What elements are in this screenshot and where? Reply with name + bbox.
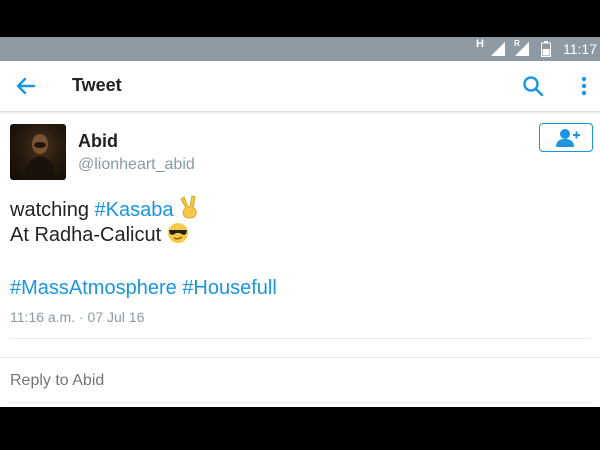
tweet-line-2: At Radha-Calicut xyxy=(10,222,189,247)
avatar[interactable] xyxy=(10,124,66,180)
tweet-timestamp: 11:16 a.m. · 07 Jul 16 xyxy=(10,309,145,325)
tweet-text-segment: At Radha-Calicut xyxy=(10,224,167,246)
reply-bar xyxy=(0,357,600,407)
add-user-icon xyxy=(554,128,580,153)
hashtag-link[interactable]: #Housefull xyxy=(182,277,277,299)
reply-input[interactable] xyxy=(10,372,580,390)
network-type-label: H xyxy=(476,38,484,50)
hashtag-link[interactable]: #MassAtmosphere xyxy=(10,277,177,299)
signal-icon xyxy=(490,37,506,61)
reply-input-underline xyxy=(10,402,590,403)
author-name[interactable]: Abid xyxy=(78,131,118,152)
tweet-line-1: watching #Kasaba xyxy=(10,195,201,222)
app-screen: H R 11:17 Tweet Abid @lionheart_abid wat… xyxy=(0,37,600,407)
signal-roaming-icon xyxy=(514,37,530,61)
victory-hand-emoji xyxy=(179,195,201,219)
battery-icon xyxy=(541,37,551,61)
author-handle[interactable]: @lionheart_abid xyxy=(78,156,195,174)
tweet-line-3: #MassAtmosphere #Housefull xyxy=(10,277,277,300)
more-vertical-icon[interactable] xyxy=(574,74,594,98)
hashtag-link[interactable]: #Kasaba xyxy=(95,199,174,221)
arrow-left-icon[interactable] xyxy=(14,74,38,98)
divider xyxy=(10,338,590,339)
clock: 11:17 xyxy=(563,41,597,57)
app-bar: Tweet xyxy=(0,61,600,112)
search-icon[interactable] xyxy=(521,74,545,98)
follow-button[interactable] xyxy=(539,123,593,152)
page-title: Tweet xyxy=(72,75,122,95)
sunglasses-face-emoji xyxy=(167,222,189,244)
tweet-text-segment: watching xyxy=(10,199,95,221)
status-bar: H R 11:17 xyxy=(0,37,600,61)
